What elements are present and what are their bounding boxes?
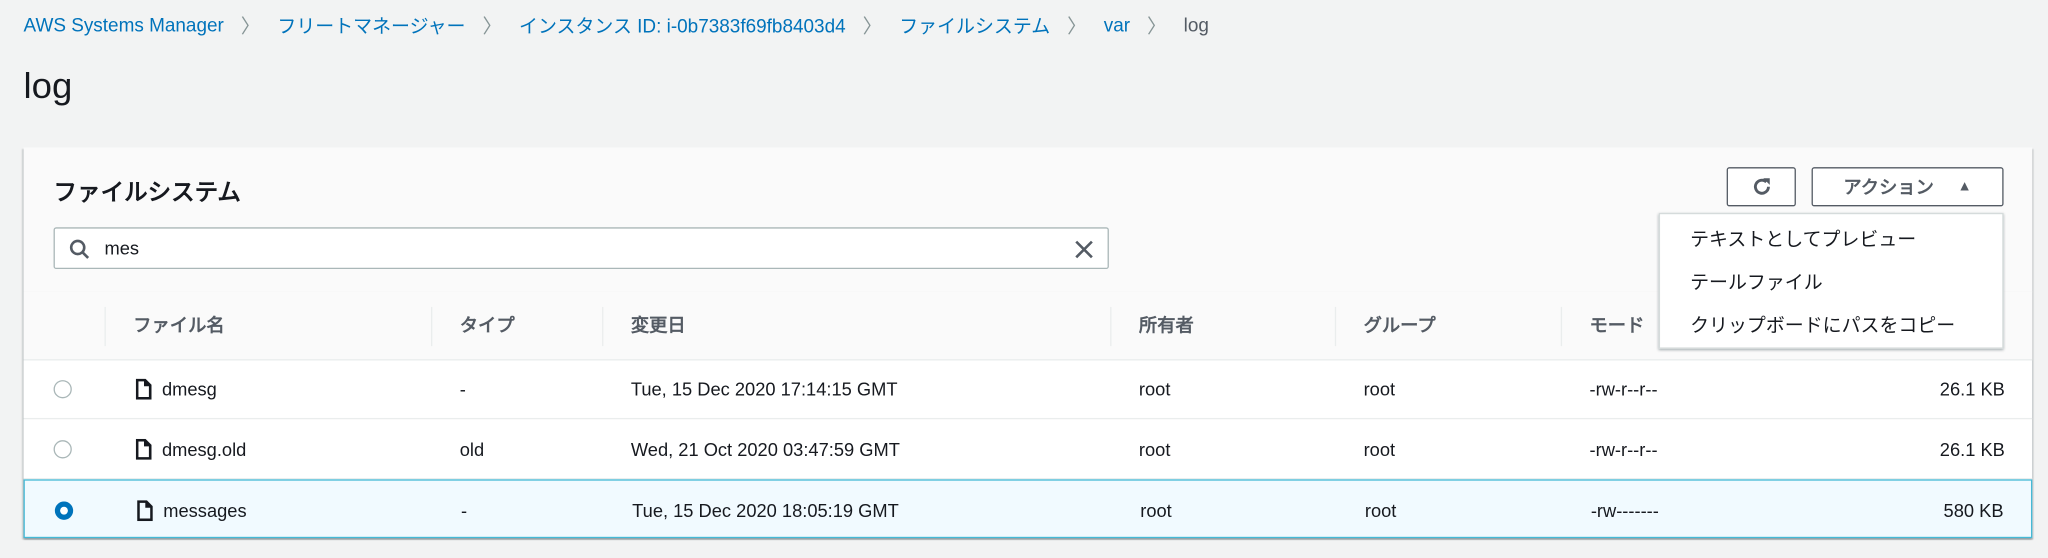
column-header-modified[interactable]: 変更日	[631, 291, 686, 359]
page-title: log	[23, 65, 73, 106]
row-radio[interactable]	[54, 501, 74, 520]
file-mode: -rw-r--r--	[1589, 438, 1658, 460]
row-radio[interactable]	[53, 380, 72, 399]
menu-item-preview-as-text[interactable]: テキストとしてプレビュー	[1690, 225, 1916, 252]
column-header-name[interactable]: ファイル名	[133, 291, 224, 359]
breadcrumb-fleet-manager[interactable]: フリートマネージャー	[277, 12, 465, 39]
table-row[interactable]: dmesg - Tue, 15 Dec 2020 17:14:15 GMT root r…	[23, 359, 2033, 420]
table-row[interactable]: dmesg.old old Wed, 21 Oct 2020 03:47:59 GM…	[23, 419, 2033, 480]
refresh-button[interactable]	[1726, 167, 1796, 207]
file-owner: root	[1140, 500, 1172, 522]
file-size: 580 KB	[1943, 500, 2004, 522]
actions-menu: テキストとしてプレビュー テールファイル クリップボードにパスをコピー	[1658, 212, 2004, 349]
breadcrumb-var[interactable]: var	[1104, 15, 1130, 36]
file-size: 26.1 KB	[1939, 438, 2005, 460]
chevron-right-icon: 〉	[862, 15, 883, 38]
file-icon	[137, 500, 153, 522]
file-type: -	[461, 500, 468, 522]
breadcrumb: AWS Systems Manager 〉 フリートマネージャー 〉 インスタン…	[24, 12, 1209, 39]
file-owner: root	[1138, 378, 1171, 400]
column-header-owner[interactable]: 所有者	[1139, 291, 1194, 359]
file-type: -	[459, 378, 466, 400]
file-mode: -rw-r--r--	[1589, 378, 1658, 400]
file-type: old	[459, 438, 485, 460]
clear-icon[interactable]	[1074, 239, 1095, 260]
file-modified: Tue, 15 Dec 2020 17:14:15 GMT	[630, 378, 898, 400]
file-modified: Tue, 15 Dec 2020 18:05:19 GMT	[632, 500, 899, 522]
breadcrumb-instance[interactable]: インスタンス ID: i-0b7383f69fb8403d4	[519, 12, 846, 39]
file-mode: -rw-------	[1590, 500, 1659, 522]
file-group: root	[1364, 500, 1397, 522]
table-row[interactable]: messages - Tue, 15 Dec 2020 18:05:19 GMT ro…	[23, 479, 2033, 541]
search-icon	[69, 239, 90, 259]
search-value: mes	[104, 237, 140, 259]
file-modified: Wed, 21 Oct 2020 03:47:59 GMT	[630, 438, 900, 460]
actions-label: アクション	[1843, 176, 1934, 198]
breadcrumb-file-system[interactable]: ファイルシステム	[899, 12, 1050, 39]
chevron-right-icon: 〉	[1067, 15, 1087, 38]
file-group: root	[1363, 378, 1396, 400]
menu-item-tail-file[interactable]: テールファイル	[1690, 268, 1823, 295]
file-name[interactable]: messages	[163, 481, 246, 541]
file-size: 26.1 KB	[1939, 378, 2005, 400]
column-header-group[interactable]: グループ	[1364, 291, 1436, 359]
breadcrumb-current: log	[1183, 15, 1209, 36]
file-name[interactable]: dmesg.old	[162, 419, 246, 479]
chevron-right-icon: 〉	[240, 15, 261, 38]
search-input[interactable]: mes	[53, 227, 1109, 270]
menu-item-copy-path[interactable]: クリップボードにパスをコピー	[1690, 311, 1955, 338]
file-name[interactable]: dmesg	[162, 359, 217, 419]
chevron-right-icon: 〉	[482, 15, 503, 38]
actions-button[interactable]: アクション ▲	[1811, 167, 2004, 207]
column-header-type[interactable]: タイプ	[460, 291, 515, 359]
file-owner: root	[1138, 438, 1171, 460]
refresh-icon	[1753, 178, 1770, 195]
file-icon	[135, 438, 152, 460]
panel-title: ファイルシステム	[53, 178, 241, 206]
row-radio[interactable]	[53, 440, 72, 459]
file-group: root	[1363, 438, 1396, 460]
file-icon	[135, 378, 152, 400]
chevron-right-icon: 〉	[1147, 15, 1167, 38]
caret-up-icon: ▲	[1957, 178, 1972, 195]
breadcrumb-systems-manager[interactable]: AWS Systems Manager	[24, 15, 224, 36]
column-header-mode[interactable]: モード	[1590, 291, 1645, 359]
